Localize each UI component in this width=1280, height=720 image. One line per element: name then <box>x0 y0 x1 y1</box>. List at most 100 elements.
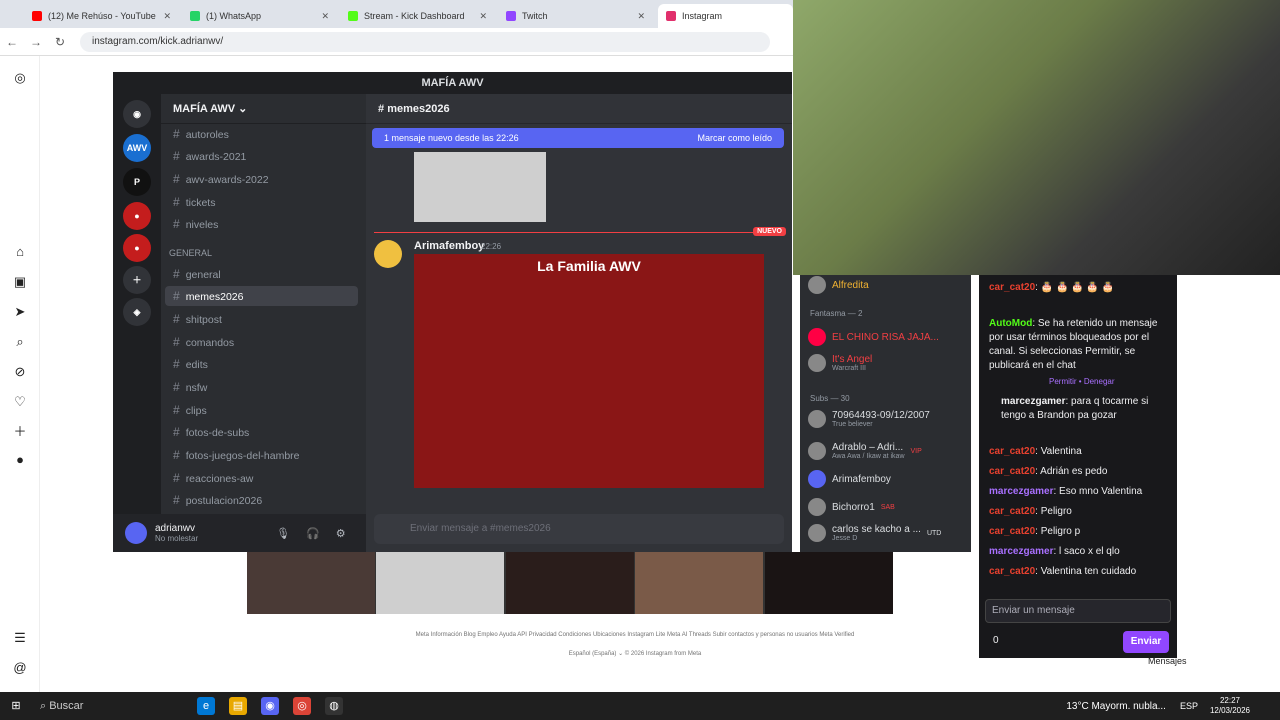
home-icon[interactable]: ⌂ <box>12 244 28 260</box>
channel-comandos[interactable]: # comandos <box>173 332 358 352</box>
close-icon[interactable]: ✕ <box>637 11 645 22</box>
tab-twitch[interactable]: Twitch ✕ <box>498 4 653 28</box>
microphone-icon[interactable]: 🎙 <box>276 527 290 540</box>
mark-read-button[interactable]: Marcar como leído <box>697 128 772 148</box>
windows-icon[interactable]: ⊞ <box>7 697 25 715</box>
message-image[interactable] <box>414 152 546 222</box>
folder-icon[interactable]: ▤ <box>229 697 247 715</box>
chat-line: car_cat20: Peligro <box>989 506 1072 517</box>
thumbnail[interactable] <box>247 552 375 614</box>
obs-icon[interactable]: ◍ <box>325 697 343 715</box>
discord-icon[interactable]: ◉ <box>261 697 279 715</box>
add-server-icon[interactable]: ＋ <box>123 266 151 294</box>
tab-kick[interactable]: Stream - Kick Dashboard ✕ <box>340 4 495 28</box>
menu-icon[interactable]: ☰ <box>12 630 28 646</box>
thumbnail[interactable] <box>765 552 893 614</box>
deny-button[interactable]: Denegar <box>1084 377 1115 386</box>
server-name[interactable]: MAFÍA AWV ⌄ <box>161 94 366 124</box>
reload-icon[interactable]: ↻ <box>48 35 72 49</box>
taskbar-search[interactable]: ⌕ Buscar <box>40 700 190 713</box>
channel-clips[interactable]: # clips <box>173 400 358 420</box>
channel-postulacion[interactable]: # postulacion2026 <box>173 490 358 510</box>
send-button[interactable]: Enviar <box>1123 631 1169 653</box>
messages-icon[interactable]: ➤ <box>12 304 28 320</box>
edge-icon[interactable]: e <box>197 697 215 715</box>
channel-header: # memes2026 <box>366 94 792 124</box>
channel-general[interactable]: # general <box>173 264 358 284</box>
clock[interactable]: 22:27 12/03/2026 <box>1210 696 1250 716</box>
close-icon[interactable]: ✕ <box>163 11 171 22</box>
message-author[interactable]: Arimafemboy <box>414 240 484 252</box>
tab-whatsapp[interactable]: (1) WhatsApp ✕ <box>182 4 337 28</box>
tab-youtube[interactable]: (12) Me Rehúso - YouTube ✕ <box>24 4 179 28</box>
chat-line: car_cat20: Peligro p <box>989 526 1081 537</box>
member-item[interactable]: Arimafemboy <box>808 469 891 489</box>
new-messages-bar[interactable]: 1 mensaje nuevo desde las 22:26 Marcar co… <box>372 128 784 148</box>
footer-links[interactable]: Meta Información Blog Empleo Ayuda API P… <box>300 632 970 638</box>
messages-button[interactable]: Mensajes <box>1148 656 1187 666</box>
member-item[interactable]: It's Angel Warcraft III <box>808 353 872 373</box>
channel-reacciones[interactable]: # reacciones-aw <box>173 468 358 488</box>
explore-icon[interactable]: ⊘ <box>12 364 28 380</box>
weather-widget[interactable]: 13°C Mayorm. nubla... <box>1066 701 1166 712</box>
channel-awards-2021[interactable]: # awards-2021 <box>173 146 358 166</box>
threads-icon[interactable]: @ <box>12 660 28 676</box>
member-item[interactable]: Bichorro1 SAB <box>808 497 895 517</box>
gear-icon[interactable]: ⚙ <box>336 527 346 540</box>
channel-nsfw[interactable]: # nsfw <box>173 377 358 397</box>
member-item[interactable]: carlos se kacho a ... Jesse D UTD <box>808 523 941 543</box>
thumbnail[interactable] <box>376 552 504 614</box>
thumbnail[interactable] <box>506 552 634 614</box>
channel-autoroles[interactable]: # autoroles <box>173 124 358 144</box>
tab-instagram[interactable]: Instagram <box>658 4 793 28</box>
member-item[interactable]: Adrablo – Adri... Awa Awa / Ikaw at ikaw V… <box>808 441 922 461</box>
heart-icon[interactable]: ♡ <box>12 394 28 410</box>
thumbnail[interactable] <box>635 552 763 614</box>
allow-button[interactable]: Permitir <box>1049 377 1077 386</box>
channel-awv-awards-2022[interactable]: # awv-awards-2022 <box>173 169 358 189</box>
headphones-icon[interactable]: 🎧 <box>306 527 320 540</box>
category-general[interactable]: GENERAL <box>169 248 212 258</box>
server-list: ◉ AWV P ● ● ＋ ◈ <box>113 94 161 552</box>
url-input[interactable]: instagram.com/kick.adrianwv/ <box>80 31 770 52</box>
member-item[interactable]: EL CHINO RISA JAJA... <box>808 327 939 347</box>
chrome-icon[interactable]: ◎ <box>293 697 311 715</box>
new-badge: NUEVO <box>753 227 786 236</box>
message-time: 22:26 <box>481 242 502 251</box>
server-peru[interactable]: P <box>123 168 151 196</box>
server-team-awv[interactable]: AWV <box>123 134 151 162</box>
channel-memes2026[interactable]: # memes2026 <box>165 286 358 306</box>
image-strip <box>247 552 893 614</box>
create-icon[interactable]: ＋ <box>12 424 28 440</box>
channel-fotos-de-subs[interactable]: # fotos-de-subs <box>173 422 358 442</box>
chat-input[interactable]: Enviar un mensaje <box>985 599 1171 623</box>
avatar[interactable] <box>125 522 147 544</box>
channel-niveles[interactable]: # niveles <box>173 214 358 234</box>
close-icon[interactable]: ✕ <box>479 11 487 22</box>
server-red-1[interactable]: ● <box>123 202 151 230</box>
member-item[interactable]: 70964493-09/12/2007 True believer <box>808 409 930 429</box>
discover-icon[interactable]: ◈ <box>123 298 151 326</box>
member-item[interactable]: Alfredita <box>808 275 869 295</box>
message-image[interactable]: La Familia AWV <box>414 254 764 488</box>
username: adrianwv <box>155 523 196 534</box>
discord-home-icon[interactable]: ◉ <box>123 100 151 128</box>
channel-shitpost[interactable]: # shitpost <box>173 309 358 329</box>
whatsapp-icon <box>190 11 200 21</box>
forward-icon[interactable]: → <box>24 35 48 49</box>
close-icon[interactable]: ✕ <box>321 11 329 22</box>
search-icon[interactable]: ⌕ <box>12 334 28 350</box>
channel-tickets[interactable]: # tickets <box>173 192 358 212</box>
channel-fotos-juegos[interactable]: # fotos-juegos-del-hambre <box>173 445 358 465</box>
reels-icon[interactable]: ▣ <box>12 274 28 290</box>
instagram-logo-icon[interactable]: ◎ <box>12 70 28 86</box>
server-red-2[interactable]: ● <box>123 234 151 262</box>
back-icon[interactable]: ← <box>0 35 24 49</box>
language-indicator[interactable]: ESP <box>1180 701 1198 711</box>
webcam-overlay <box>793 0 1280 275</box>
channel-edits[interactable]: # edits <box>173 354 358 374</box>
avatar[interactable] <box>374 240 402 268</box>
message-input[interactable]: Enviar mensaje a #memes2026 <box>374 514 784 544</box>
youtube-icon <box>32 11 42 21</box>
profile-icon[interactable]: ● <box>12 452 28 468</box>
